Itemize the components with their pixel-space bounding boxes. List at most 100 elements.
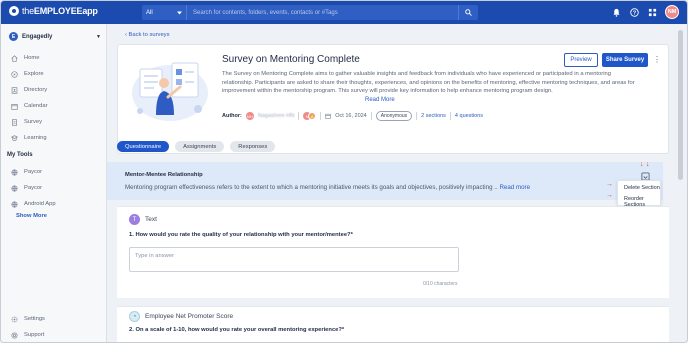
tab-questionnaire[interactable]: Questionnaire xyxy=(117,141,170,152)
questions-count[interactable]: 4 questions xyxy=(455,113,483,119)
sidebar-item-home[interactable]: Home xyxy=(11,53,39,63)
sidebar: E Engagedly ▼ Home Explore Directory Cal… xyxy=(1,24,107,342)
sidebar-tool-paycor[interactable]: Paycor xyxy=(11,167,42,177)
anonymous-badge: Anonymous xyxy=(375,111,413,121)
divider xyxy=(449,112,451,120)
question-type-label: Employee Net Promoter Score xyxy=(145,313,234,320)
section-read-more-link[interactable]: Read more xyxy=(499,184,530,191)
sidebar-item-label: Support xyxy=(24,332,45,338)
survey-title: Survey on Mentoring Complete xyxy=(222,54,360,65)
sidebar-item-settings[interactable]: Settings xyxy=(11,314,45,324)
description-fade xyxy=(222,93,642,105)
sidebar-item-learning[interactable]: Learning xyxy=(11,133,47,143)
survey-illustration xyxy=(132,62,208,121)
preview-button[interactable]: Preview xyxy=(564,53,598,67)
search-button[interactable] xyxy=(458,5,478,20)
enps-type-icon: ◔ xyxy=(129,311,140,322)
sidebar-tool-paycor-2[interactable]: Paycor xyxy=(11,183,42,193)
tools-heading: My Tools xyxy=(7,152,33,158)
sidebar-item-survey[interactable]: Survey xyxy=(11,117,42,127)
survey-header-card: Survey on Mentoring Complete The Survey … xyxy=(117,44,669,154)
help-icon[interactable]: ? xyxy=(629,7,639,17)
learning-icon xyxy=(11,134,18,142)
section-options-menu: Delete Section Reorder Sections xyxy=(617,180,661,208)
scrollbar[interactable] xyxy=(673,24,687,342)
sidebar-item-label: Settings xyxy=(24,316,45,322)
survey-tabs: Questionnaire Assignments Responses xyxy=(117,141,276,152)
calendar-icon xyxy=(11,103,18,110)
link-icon xyxy=(11,168,18,176)
collaborator-avatar: A xyxy=(308,112,317,120)
sidebar-item-label: Learning xyxy=(24,135,47,141)
sidebar-item-explore[interactable]: Explore xyxy=(11,69,44,79)
home-icon xyxy=(11,54,18,62)
grid-icon[interactable] xyxy=(647,7,657,17)
author-label: Author: xyxy=(222,113,242,119)
question-type: ◔ Employee Net Promoter Score xyxy=(129,311,233,322)
sidebar-item-support[interactable]: Support xyxy=(11,330,44,340)
sidebar-item-label: Calendar xyxy=(24,103,48,109)
menu-item-delete-section[interactable]: Delete Section xyxy=(624,185,660,191)
more-options-icon[interactable]: ⋮ xyxy=(653,55,661,64)
answer-textarea[interactable]: Type in answer xyxy=(129,247,459,272)
brand-logo[interactable]: theEMPLOYEEapp xyxy=(9,6,98,16)
sections-count[interactable]: 2 sections xyxy=(421,113,446,119)
sidebar-item-label: Explore xyxy=(24,71,44,77)
divider xyxy=(320,112,322,120)
bell-icon[interactable] xyxy=(611,7,621,17)
author-name: Nagashree HN xyxy=(257,113,295,119)
top-actions: ? NM xyxy=(611,5,679,19)
compass-icon xyxy=(11,70,18,78)
section-title: Mentor-Mentee Relationship xyxy=(125,172,203,178)
sidebar-tool-android-app[interactable]: Android App xyxy=(11,199,56,209)
gear-icon xyxy=(11,316,18,323)
sidebar-item-label: Home xyxy=(24,55,40,61)
sidebar-tool-label: Paycor xyxy=(24,185,43,191)
user-avatar[interactable]: NM xyxy=(665,5,679,19)
collaborator-avatars: NA xyxy=(303,112,317,120)
workspace-icon: E xyxy=(9,32,18,41)
sidebar-item-calendar[interactable]: Calendar xyxy=(11,101,48,111)
caret-down-icon: ▼ xyxy=(96,33,101,40)
link-icon xyxy=(11,184,18,192)
tab-assignments[interactable]: Assignments xyxy=(175,141,225,152)
section-description: Mentoring program effectiveness refers t… xyxy=(125,184,531,191)
search-scope-label: All xyxy=(146,9,153,16)
sidebar-item-directory[interactable]: Directory xyxy=(11,85,47,95)
share-survey-button[interactable]: Share Survey xyxy=(602,53,648,67)
support-icon xyxy=(11,331,18,339)
scrollbar-thumb[interactable] xyxy=(678,30,683,180)
sidebar-item-label: Directory xyxy=(24,87,48,93)
calendar-icon xyxy=(325,113,331,119)
workspace-switcher[interactable]: E Engagedly ▼ xyxy=(9,32,101,41)
survey-date: Oct 16, 2024 xyxy=(335,113,367,119)
divider xyxy=(370,112,372,120)
question-type-label: Text xyxy=(145,216,157,223)
search-scope-select[interactable]: All xyxy=(142,5,187,20)
read-more-link[interactable]: Read More xyxy=(365,97,395,103)
annotation-arrow-right-icon: → xyxy=(606,181,613,188)
tab-responses[interactable]: Responses xyxy=(230,141,276,152)
character-counter: 0/10 characters xyxy=(423,281,458,287)
annotation-arrow-right-icon: → xyxy=(606,192,613,199)
annotation-arrow-down-icon: ↓ xyxy=(640,161,644,168)
back-to-surveys-link[interactable]: ‹ Back to surveys xyxy=(125,32,169,38)
link-icon xyxy=(11,200,18,208)
brand-prefix: the xyxy=(22,6,34,16)
annotation-arrow-down-icon: ↓ xyxy=(646,161,650,168)
question-text: 1. How would you rate the quality of you… xyxy=(129,232,353,238)
show-more-link[interactable]: Show More xyxy=(16,213,47,219)
app-window: theEMPLOYEEapp All Search for contents, … xyxy=(0,0,688,343)
logo-icon xyxy=(9,6,19,16)
sidebar-item-label: Survey xyxy=(24,119,43,125)
svg-text:?: ? xyxy=(632,10,635,16)
survey-icon xyxy=(11,118,18,126)
question-type: T Text xyxy=(129,214,157,225)
text-type-icon: T xyxy=(129,214,140,225)
search-icon xyxy=(465,9,472,16)
search-input[interactable]: Search for contents, folders, events, co… xyxy=(187,5,458,20)
directory-icon xyxy=(11,86,18,94)
question-card-2: ◔ Employee Net Promoter Score 2. On a sc… xyxy=(117,306,669,342)
top-bar: theEMPLOYEEapp All Search for contents, … xyxy=(1,1,687,24)
chevron-down-icon xyxy=(177,11,182,14)
